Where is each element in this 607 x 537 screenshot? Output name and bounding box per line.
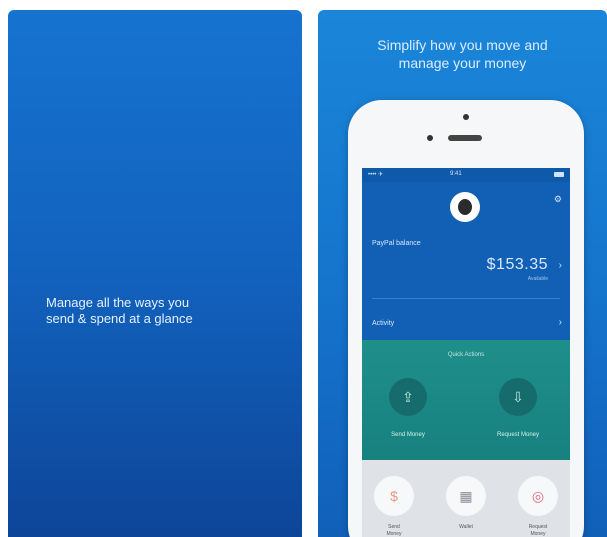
left-caption: Manage all the ways you send & spend at … <box>46 295 193 326</box>
balance-amount[interactable]: $153.35 <box>487 256 548 274</box>
gear-icon[interactable]: ⚙ <box>554 194 562 205</box>
balance-label: PayPal balance <box>372 240 421 247</box>
divider <box>372 298 560 299</box>
balance-section: ⚙ PayPal balance $153.35 Available › Act… <box>362 182 570 340</box>
phone-mockup: •••• ✈ 9:41 ⚙ PayPal balance $153.35 Ava… <box>348 100 584 537</box>
tool-label-wallet[interactable]: Wallet <box>441 524 491 531</box>
carrier-signal: •••• ✈ <box>368 172 384 178</box>
left-promo-panel: Manage all the ways you send & spend at … <box>8 10 302 537</box>
phone-camera <box>463 114 469 120</box>
dollar-icon[interactable]: $ <box>374 476 414 516</box>
send-money-icon[interactable]: ⇪ <box>389 378 427 416</box>
send-money-label[interactable]: Send Money <box>378 432 438 438</box>
wallet-icon[interactable]: ▦ <box>446 476 486 516</box>
tools-section: $ Send Money ▦ Wallet ◎ Request Money <box>362 460 570 537</box>
right-caption: Simplify how you move and manage your mo… <box>377 37 548 71</box>
quick-actions-label: Quick Actions <box>447 352 485 358</box>
activity-label[interactable]: Activity <box>372 320 394 327</box>
battery-icon <box>554 172 564 177</box>
tool-label-send[interactable]: Send Money <box>369 524 419 537</box>
status-bar: •••• ✈ 9:41 <box>362 168 570 182</box>
right-promo-panel: Simplify how you move and manage your mo… <box>318 10 607 537</box>
balance-subtext: Available <box>527 276 548 282</box>
chevron-right-icon[interactable]: › <box>559 317 562 328</box>
phone-front-sensor <box>427 135 433 141</box>
chevron-right-icon[interactable]: › <box>559 260 562 271</box>
avatar[interactable] <box>450 192 480 222</box>
phone-speaker <box>448 135 482 141</box>
tool-label-request[interactable]: Request Money <box>513 524 563 537</box>
quick-actions-section: Quick Actions ⇪ Send Money ⇩ Request Mon… <box>362 340 570 460</box>
status-time: 9:41 <box>450 171 462 177</box>
request-money-icon[interactable]: ⇩ <box>499 378 537 416</box>
request-money-label[interactable]: Request Money <box>488 432 548 438</box>
target-icon[interactable]: ◎ <box>518 476 558 516</box>
phone-screen: •••• ✈ 9:41 ⚙ PayPal balance $153.35 Ava… <box>362 168 570 537</box>
